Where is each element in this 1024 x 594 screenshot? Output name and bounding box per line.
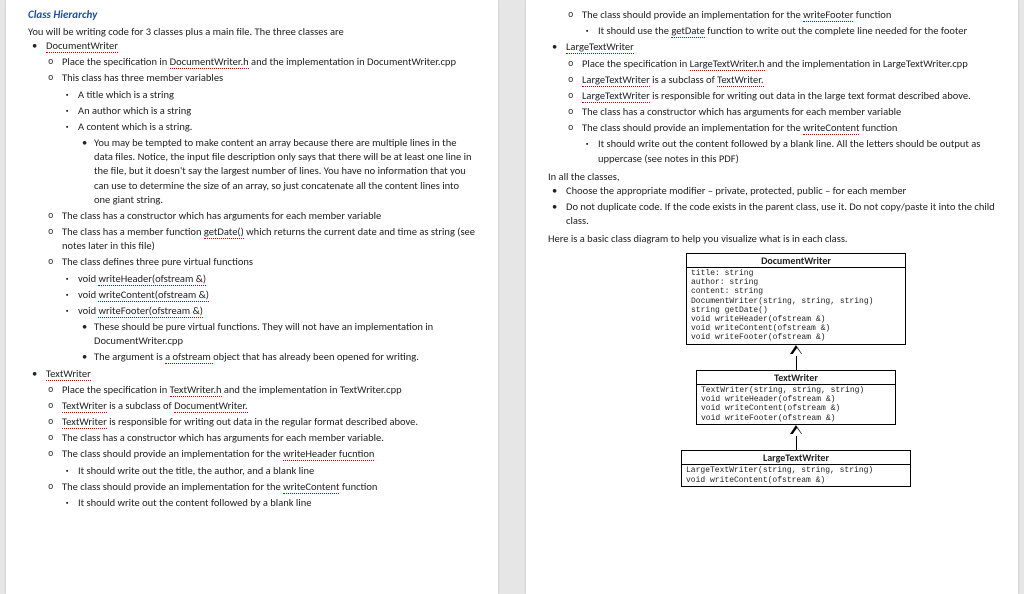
dw-getdate: The class has a member function getDate(… [28,225,476,253]
inheritance-arrow-1 [596,345,996,370]
in-all-classes: In all the classes, [548,170,996,184]
tw-writecontent: The class should provide an implementati… [28,480,476,494]
dw-pv-note1: These should be pure virtual functions. … [28,320,476,348]
right-page: The class should provide an implementati… [526,0,1018,594]
tw-resp: TextWriter is responsible for writing ou… [28,415,476,429]
ltw-wc-note: It should write out the content followed… [548,137,996,165]
dw-mv1: A title which is a string [28,88,476,102]
uml-ltw-name: LargeTextWriter [682,450,911,465]
ltw-subclass: LargeTextWriter is a subclass of TextWri… [548,73,996,87]
dw-spec: Place the specification in DocumentWrite… [28,55,476,69]
all-modifier: Choose the appropriate modifier – privat… [548,184,996,198]
dw-mv3: A content which is a string. [28,120,476,134]
ltw-resp: LargeTextWriter is responsible for writi… [548,89,996,103]
tw-subclass: TextWriter is a subclass of DocumentWrit… [28,399,476,413]
dw-pv3: void writeFooter(ofstream &) [28,304,476,318]
dw-purevirtual: The class defines three pure virtual fun… [28,255,476,269]
uml-tw-body: TextWriter(string, string, string) void … [697,385,896,425]
uml-documentwriter: DocumentWriter title: string author: str… [686,253,906,345]
class-diagram: DocumentWriter title: string author: str… [596,253,996,487]
item-largetextwriter: LargeTextWriter [548,40,996,54]
uml-largetextwriter: LargeTextWriter LargeTextWriter(string, … [681,450,911,487]
ltw-spec: Place the specification in LargeTextWrit… [548,57,996,71]
intro-text: You will be writing code for 3 classes p… [28,25,476,39]
ltw-ctor: The class has a constructor which has ar… [548,105,996,119]
dw-ctor: The class has a constructor which has ar… [28,209,476,223]
diagram-intro: Here is a basic class diagram to help yo… [548,232,996,246]
tw-wh-note: It should write out the title, the autho… [28,464,476,478]
item-textwriter: TextWriter [28,367,476,381]
tw-wc-note: It should write out the content followed… [28,496,476,510]
uml-textwriter: TextWriter TextWriter(string, string, st… [696,370,896,425]
tw-wf-note: It should use the getDate function to wr… [548,24,996,38]
page-title: Class Hierarchy [28,8,476,23]
tw-writeheader: The class should provide an implementati… [28,447,476,461]
all-dup: Do not duplicate code. If the code exist… [548,200,996,228]
dw-pv1: void writeHeader(ofstream &) [28,272,476,286]
dw-member-vars: This class has three member variables [28,71,476,85]
tw-ctor: The class has a constructor which has ar… [28,431,476,445]
uml-ltw-body: LargeTextWriter(string, string, string) … [682,465,911,486]
dw-mv2: An author which is a string [28,104,476,118]
tw-writefooter: The class should provide an implementati… [548,8,996,22]
item-documentwriter: DocumentWriter [28,39,476,53]
ltw-writecontent: The class should provide an implementati… [548,121,996,135]
left-page: Class Hierarchy You will be writing code… [6,0,498,594]
uml-tw-name: TextWriter [697,370,896,385]
dw-pv2: void writeContent(ofstream &) [28,288,476,302]
dw-pv-note2: The argument is a ofstream object that h… [28,350,476,364]
tw-spec: Place the specification in TextWriter.h … [28,383,476,397]
inheritance-arrow-2 [596,425,996,450]
uml-dw-body: title: string author: string content: st… [687,268,906,345]
dw-mv-note: You may be tempted to make content an ar… [28,136,476,207]
uml-dw-name: DocumentWriter [687,253,906,268]
